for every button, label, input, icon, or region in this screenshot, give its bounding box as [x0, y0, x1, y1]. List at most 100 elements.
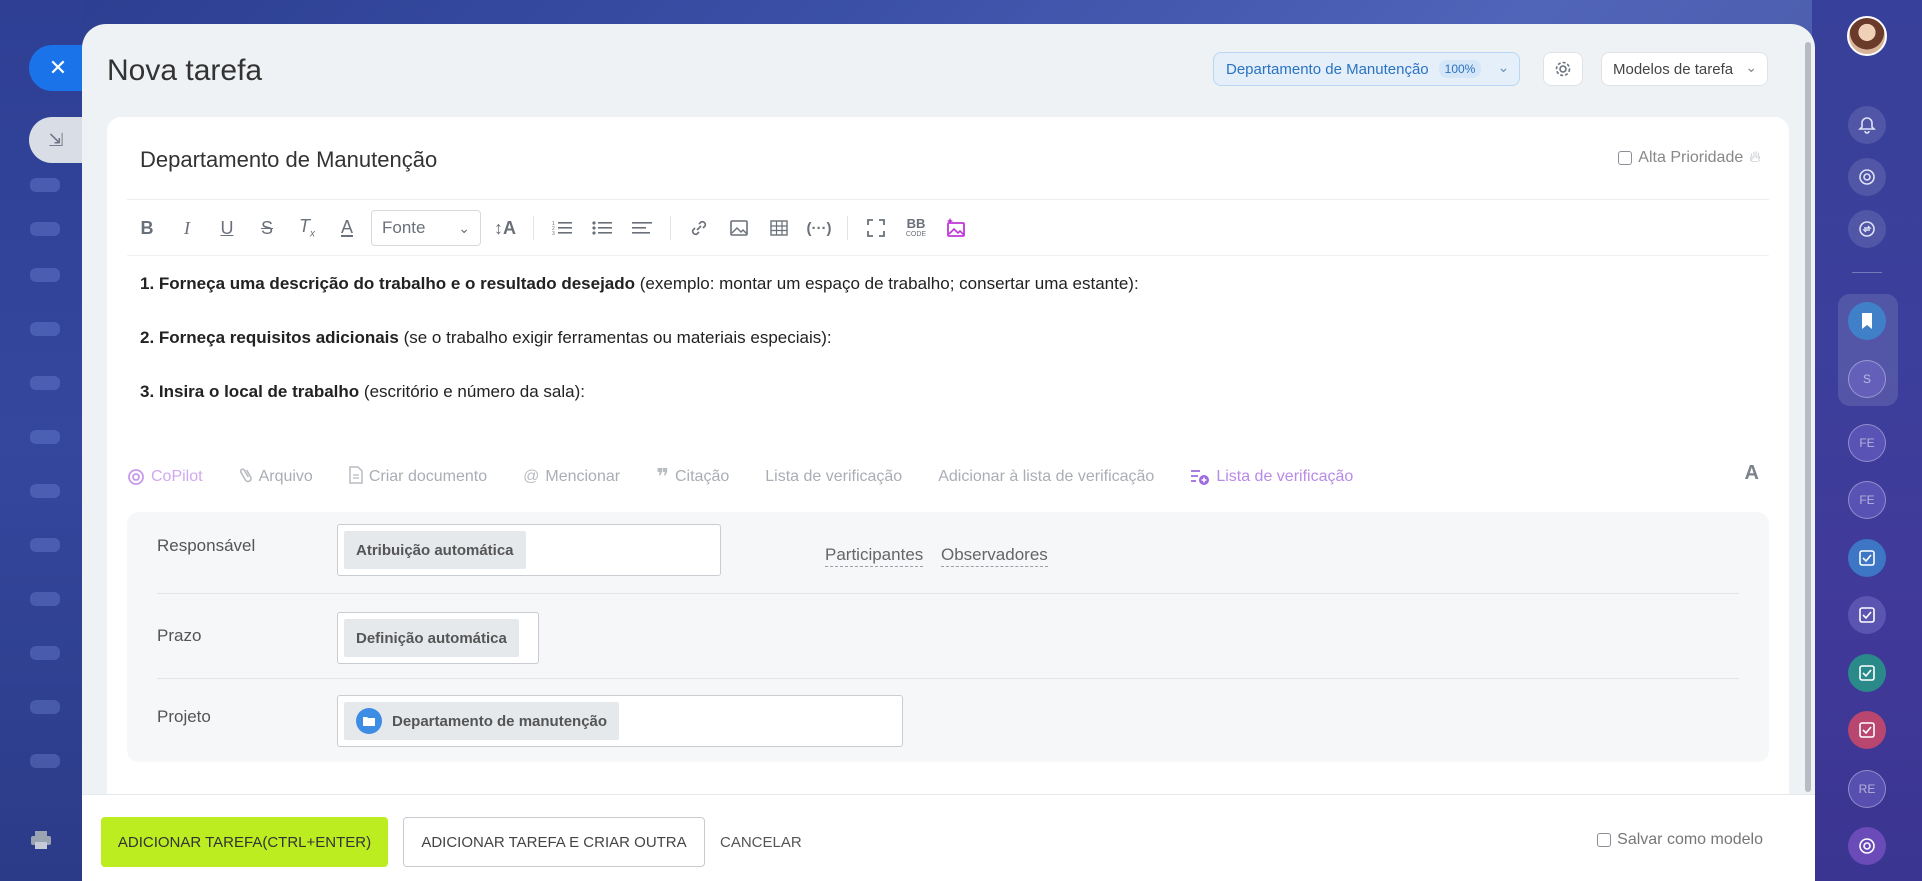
bell-icon[interactable]	[1848, 106, 1886, 144]
quote-icon: ❞	[656, 464, 669, 489]
attach-file-button[interactable]: Arquivo	[239, 466, 313, 489]
sidebar-divider	[1852, 272, 1882, 273]
bg-strip	[30, 700, 60, 714]
copilot-icon	[128, 469, 144, 485]
close-button[interactable]: ✕	[29, 45, 83, 91]
save-as-template-toggle[interactable]: Salvar como modelo	[1597, 831, 1763, 849]
high-priority-checkbox[interactable]	[1618, 151, 1633, 165]
sidebar-avatar-s[interactable]: S	[1848, 360, 1886, 398]
project-field[interactable]: Departamento de manutenção	[337, 695, 903, 747]
italic-button[interactable]: I	[167, 210, 207, 246]
cancel-button[interactable]: CANCELAR	[720, 817, 802, 867]
copilot-icon[interactable]	[1848, 158, 1886, 196]
deadline-chip[interactable]: Definição automática	[344, 619, 519, 657]
code-icon: (···)	[806, 219, 832, 237]
copilot-button[interactable]: CoPilot	[127, 468, 203, 486]
bg-strip	[30, 222, 60, 236]
collapse-button[interactable]: ⇲	[29, 117, 83, 163]
fullscreen-button[interactable]	[856, 210, 896, 246]
table-button[interactable]	[759, 210, 799, 246]
strikethrough-button[interactable]: S	[247, 210, 287, 246]
link-icon	[691, 220, 707, 236]
participants-link[interactable]: Participantes	[825, 545, 924, 567]
project-chip[interactable]: Departamento de manutenção	[344, 702, 620, 740]
create-document-button[interactable]: Criar documento	[349, 465, 487, 489]
underline-button[interactable]: U	[207, 210, 247, 246]
task-slider-panel: Nova tarefa Departamento de Manutenção 1…	[82, 24, 1815, 881]
gear-icon	[1555, 61, 1571, 77]
font-size-icon: ↕A	[494, 217, 516, 238]
user-avatar[interactable]	[1847, 16, 1887, 56]
deadline-field[interactable]: Definição automática	[337, 612, 539, 664]
sync-icon[interactable]	[1848, 210, 1886, 248]
folder-icon	[356, 708, 382, 734]
mention-button[interactable]: @ Mencionar	[523, 468, 620, 486]
observers-link[interactable]: Observadores	[941, 545, 1048, 567]
align-left-icon	[632, 222, 652, 234]
paperclip-icon	[239, 466, 253, 489]
ai-image-button[interactable]	[936, 210, 976, 246]
link-button[interactable]	[679, 210, 719, 246]
task-templates-button[interactable]: Modelos de tarefa ⌄	[1601, 52, 1769, 86]
font-select[interactable]: Fonte ⌄	[371, 210, 481, 246]
bbcode-icon: BB CODE	[905, 216, 927, 238]
task-check-icon[interactable]	[1848, 711, 1886, 749]
task-description-editor[interactable]: 1. Forneça uma descrição do trabalho e o…	[140, 274, 1139, 436]
department-percent: 100%	[1438, 60, 1482, 78]
clear-format-button[interactable]: Tx	[287, 210, 327, 246]
settings-button[interactable]	[1543, 52, 1583, 86]
numbered-list-icon: 123	[552, 221, 572, 236]
copilot-icon[interactable]	[1848, 827, 1886, 865]
close-icon: ✕	[48, 55, 68, 80]
align-button[interactable]	[622, 210, 662, 246]
add-to-checklist-button[interactable]: Adicionar à lista de verificação	[938, 468, 1154, 486]
task-fields-section: Responsável Atribuição automática Partic…	[127, 512, 1769, 762]
bold-button[interactable]: B	[127, 210, 167, 246]
add-task-button[interactable]: ADICIONAR TAREFA(CTRL+ENTER)	[101, 817, 388, 867]
right-sidebar: S FE FE RE	[1812, 0, 1922, 881]
sidebar-avatar-fe-2[interactable]: FE	[1848, 481, 1886, 519]
new-checklist-button[interactable]: Lista de verificação	[1190, 468, 1353, 486]
code-button[interactable]: (···)	[799, 210, 839, 246]
document-icon	[349, 465, 363, 489]
templates-label: Modelos de tarefa	[1613, 60, 1734, 78]
responsible-chip[interactable]: Atribuição automática	[344, 531, 526, 569]
chevron-down-icon: ⌄	[1745, 59, 1758, 75]
bg-strip	[30, 430, 60, 444]
save-as-template-checkbox[interactable]	[1597, 833, 1612, 847]
form-footer: ADICIONAR TAREFA(CTRL+ENTER) ADICIONAR T…	[82, 794, 1815, 881]
responsible-field[interactable]: Atribuição automática	[337, 524, 721, 576]
editor-toolbar: B I U S Tx A Fonte ⌄ ↕A 123 (···) BB COD…	[127, 207, 976, 249]
page-title: Nova tarefa	[107, 54, 263, 87]
bg-strip	[30, 178, 60, 192]
sidebar-avatar-re[interactable]: RE	[1848, 770, 1886, 808]
numbered-list-button[interactable]: 123	[542, 210, 582, 246]
high-priority-toggle[interactable]: Alta Prioridade 🔥︎	[1618, 149, 1761, 167]
font-select-label: Fonte	[382, 218, 426, 237]
checklist-button[interactable]: Lista de verificação	[765, 468, 902, 486]
department-selector[interactable]: Departamento de Manutenção 100% ⌄	[1213, 52, 1521, 86]
text-color-button[interactable]: A	[327, 210, 367, 246]
divider	[157, 678, 1739, 679]
quote-button[interactable]: ❞ Citação	[656, 464, 729, 489]
sidebar-avatar-fe[interactable]: FE	[1848, 424, 1886, 462]
department-name: Departamento de Manutenção	[1226, 60, 1429, 78]
scrollbar[interactable]	[1805, 42, 1811, 792]
task-check-icon[interactable]	[1848, 539, 1886, 577]
font-size-button[interactable]: ↕A	[485, 210, 525, 246]
bulleted-list-button[interactable]	[582, 210, 622, 246]
bbcode-button[interactable]: BB CODE	[896, 210, 936, 246]
printer-icon[interactable]	[30, 830, 52, 856]
bookmark-icon[interactable]	[1848, 302, 1886, 340]
add-and-create-another-button[interactable]: ADICIONAR TAREFA E CRIAR OUTRA	[403, 817, 705, 867]
task-form-card: Departamento de Manutenção Alta Priorida…	[107, 117, 1789, 817]
task-check-icon[interactable]	[1848, 654, 1886, 692]
clear-format-icon: Tx	[299, 216, 315, 240]
divider	[127, 255, 1769, 256]
text-format-icon[interactable]: A	[1745, 462, 1759, 485]
image-button[interactable]	[719, 210, 759, 246]
responsible-label: Responsável	[157, 536, 256, 555]
task-check-icon[interactable]	[1848, 596, 1886, 634]
task-title-input[interactable]: Departamento de Manutenção	[140, 147, 437, 173]
toolbar-divider	[670, 216, 671, 240]
